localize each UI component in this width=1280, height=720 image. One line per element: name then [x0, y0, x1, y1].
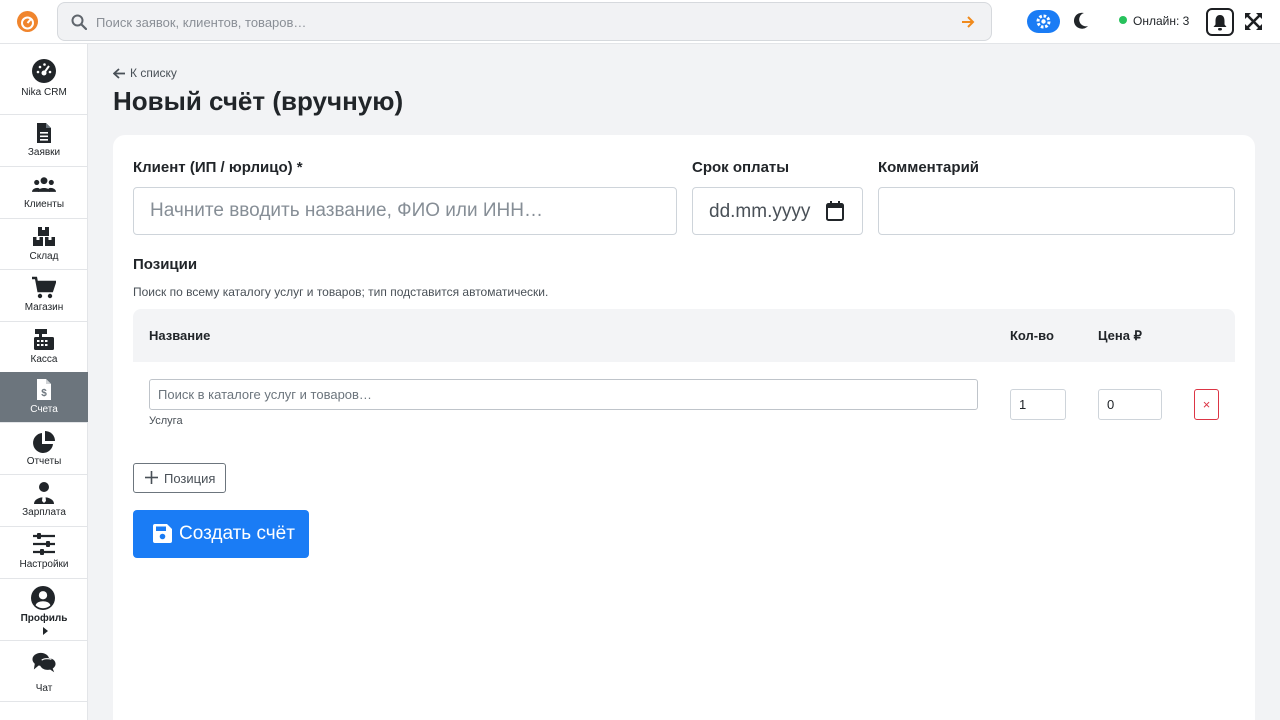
global-search	[57, 2, 992, 41]
invoice-icon: $	[37, 379, 51, 400]
file-icon	[37, 123, 51, 143]
online-dot-icon	[1119, 16, 1127, 24]
global-search-input[interactable]	[96, 11, 956, 33]
dashboard-gauge-icon	[32, 59, 56, 83]
comments-icon	[32, 652, 56, 673]
add-position-button[interactable]: Позиция	[133, 463, 226, 493]
remove-position-button[interactable]: ×	[1194, 389, 1219, 420]
back-label: К списку	[130, 66, 177, 80]
create-invoice-button[interactable]: Создать счёт	[133, 510, 309, 558]
column-header-name: Название	[149, 328, 211, 343]
sidebar-item-label: Клиенты	[23, 199, 65, 210]
logo-icon[interactable]	[17, 11, 38, 32]
calendar-icon[interactable]	[826, 201, 844, 221]
due-date-placeholder: dd.mm.yyyy	[709, 201, 811, 222]
fullscreen-icon[interactable]	[1245, 13, 1262, 30]
user-tie-icon	[34, 482, 54, 504]
add-position-label: Позиция	[164, 471, 216, 486]
sidebar-item-label: Отчеты	[26, 456, 62, 467]
bell-icon	[1213, 15, 1227, 31]
sidebar-item-reports[interactable]: Отчеты	[0, 423, 88, 475]
sidebar-item-invoices[interactable]: $ Счета	[0, 372, 88, 423]
comment-input[interactable]	[878, 187, 1235, 235]
arrow-left-icon	[112, 68, 125, 79]
sidebar-item-warehouse[interactable]: Склад	[0, 219, 88, 270]
comment-label: Комментарий	[878, 159, 980, 176]
notifications-button[interactable]	[1206, 8, 1234, 36]
boxes-icon	[33, 227, 55, 246]
users-icon	[32, 177, 56, 192]
create-invoice-label: Создать счёт	[179, 523, 295, 544]
cart-icon	[32, 276, 56, 299]
sidebar-item-chat[interactable]: Чат	[0, 641, 88, 702]
cash-register-icon	[34, 329, 54, 350]
positions-hint: Поиск по всему каталогу услуг и товаров;…	[133, 285, 549, 299]
client-input[interactable]	[133, 187, 677, 235]
online-status: Онлайн: 3	[1119, 14, 1189, 28]
search-icon	[71, 14, 87, 30]
moon-icon[interactable]	[1073, 12, 1089, 30]
sidebar-item-profile[interactable]: Профиль	[0, 579, 88, 641]
arrow-right-icon[interactable]	[960, 14, 976, 30]
qty-input[interactable]	[1010, 389, 1066, 420]
catalog-search-input[interactable]	[149, 379, 978, 410]
position-type: Услуга	[149, 415, 183, 427]
sidebar-item-label: Nika CRM	[21, 87, 67, 98]
close-icon: ×	[1202, 397, 1211, 412]
sidebar-item-label: Магазин	[24, 302, 64, 313]
price-input[interactable]	[1098, 389, 1162, 420]
sidebar-item-home[interactable]: Nika CRM	[0, 44, 88, 115]
positions-title: Позиции	[133, 256, 198, 273]
svg-text:$: $	[41, 388, 47, 399]
due-date-label: Срок оплаты	[692, 159, 790, 176]
sidebar-item-label: Настройки	[19, 559, 69, 570]
sidebar-item-requests[interactable]: Заявки	[0, 115, 88, 167]
positions-table-header: Название Кол-во Цена ₽	[133, 309, 1235, 362]
top-bar: Онлайн: 3	[0, 0, 1280, 44]
save-icon	[153, 524, 172, 543]
sidebar-item-settings[interactable]: Настройки	[0, 527, 88, 579]
pie-chart-icon	[33, 431, 55, 453]
sidebar-item-label: Профиль	[20, 613, 68, 624]
client-label: Клиент (ИП / юрлицо) *	[133, 159, 303, 176]
sidebar-item-shop[interactable]: Магазин	[0, 270, 88, 322]
sidebar-item-salary[interactable]: Зарплата	[0, 475, 88, 527]
sliders-icon	[33, 533, 55, 555]
sidebar: Nika CRM Заявки Клиенты Склад Магазин Ка…	[0, 44, 88, 720]
sidebar-item-cashbox[interactable]: Касса	[0, 322, 88, 373]
settings-toggle-button[interactable]	[1027, 10, 1060, 33]
column-header-price: Цена ₽	[1098, 328, 1142, 343]
sidebar-item-label: Счета	[30, 404, 58, 415]
sidebar-item-label: Заявки	[27, 147, 61, 158]
sidebar-item-label: Склад	[29, 251, 59, 262]
column-header-qty: Кол-во	[1010, 328, 1054, 343]
back-to-list-link[interactable]: К списку	[112, 66, 177, 80]
gear-icon	[1036, 14, 1051, 29]
sidebar-item-label: Касса	[30, 354, 58, 365]
online-count: Онлайн: 3	[1133, 14, 1190, 28]
sidebar-item-label: Зарплата	[22, 507, 66, 518]
page-title: Новый счёт (вручную)	[113, 86, 404, 116]
due-date-input[interactable]: dd.mm.yyyy	[692, 187, 863, 235]
sidebar-item-label: Чат	[35, 683, 53, 694]
sidebar-item-clients[interactable]: Клиенты	[0, 167, 88, 219]
user-circle-icon	[31, 586, 55, 610]
plus-icon	[145, 471, 158, 484]
caret-right-icon	[43, 627, 48, 635]
